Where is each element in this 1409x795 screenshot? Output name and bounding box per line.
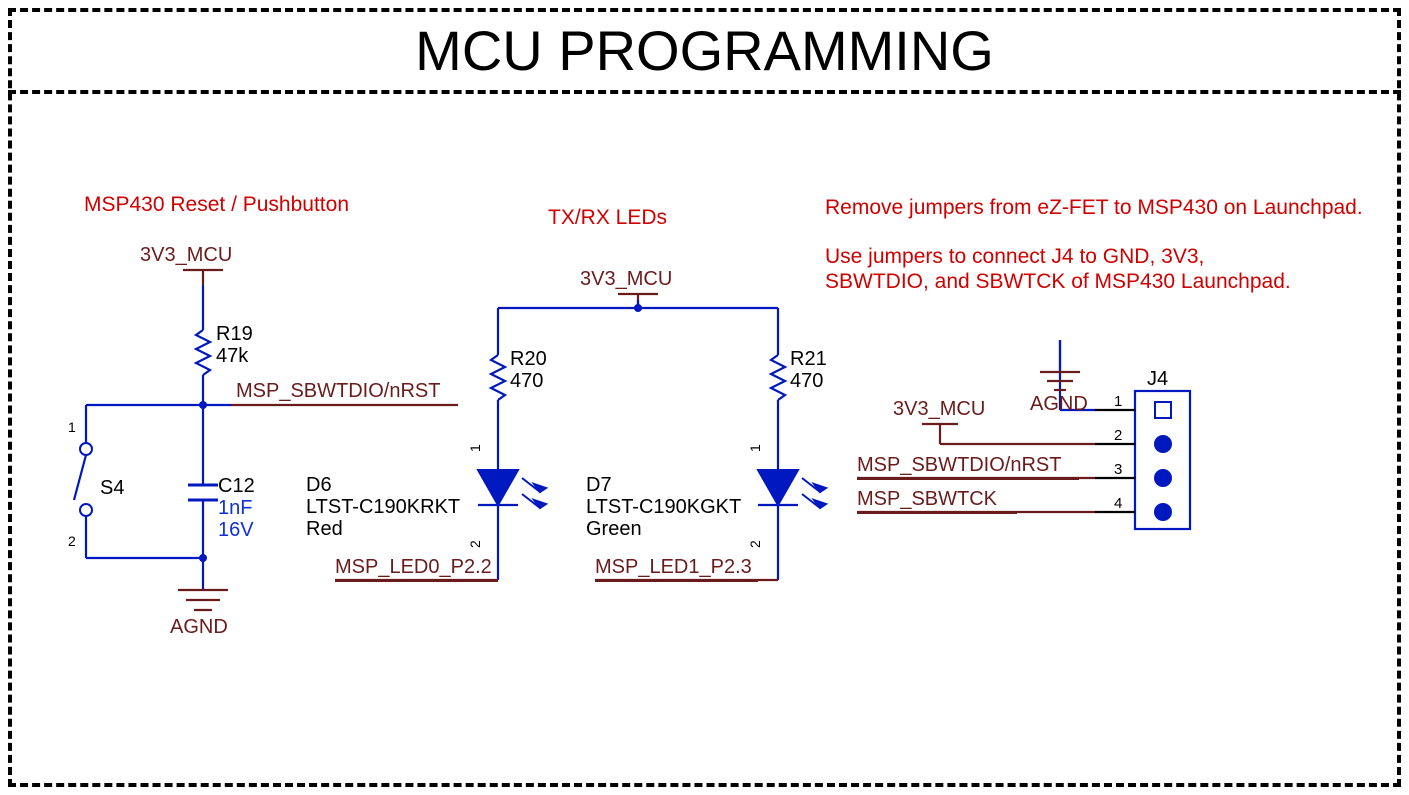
svg-text:2: 2	[1114, 427, 1122, 444]
schematic-connector-block: 1 2 3 4	[0, 0, 1409, 795]
netlabel-sbwtck: MSP_SBWTCK	[857, 488, 1017, 511]
svg-text:1: 1	[1114, 393, 1122, 410]
netlabel-sbwtdio-conn: MSP_SBWTDIO/nRST	[857, 454, 1079, 477]
component-j4: 1 2 3 4	[1095, 391, 1190, 529]
svg-text:4: 4	[1114, 495, 1122, 512]
ground-label-conn: AGND	[1030, 393, 1088, 416]
label-j4-ref: J4	[1147, 368, 1168, 390]
power-3v3-conn	[922, 424, 958, 444]
power-label-3v3-conn: 3V3_MCU	[893, 398, 985, 421]
svg-text:3: 3	[1114, 461, 1122, 478]
